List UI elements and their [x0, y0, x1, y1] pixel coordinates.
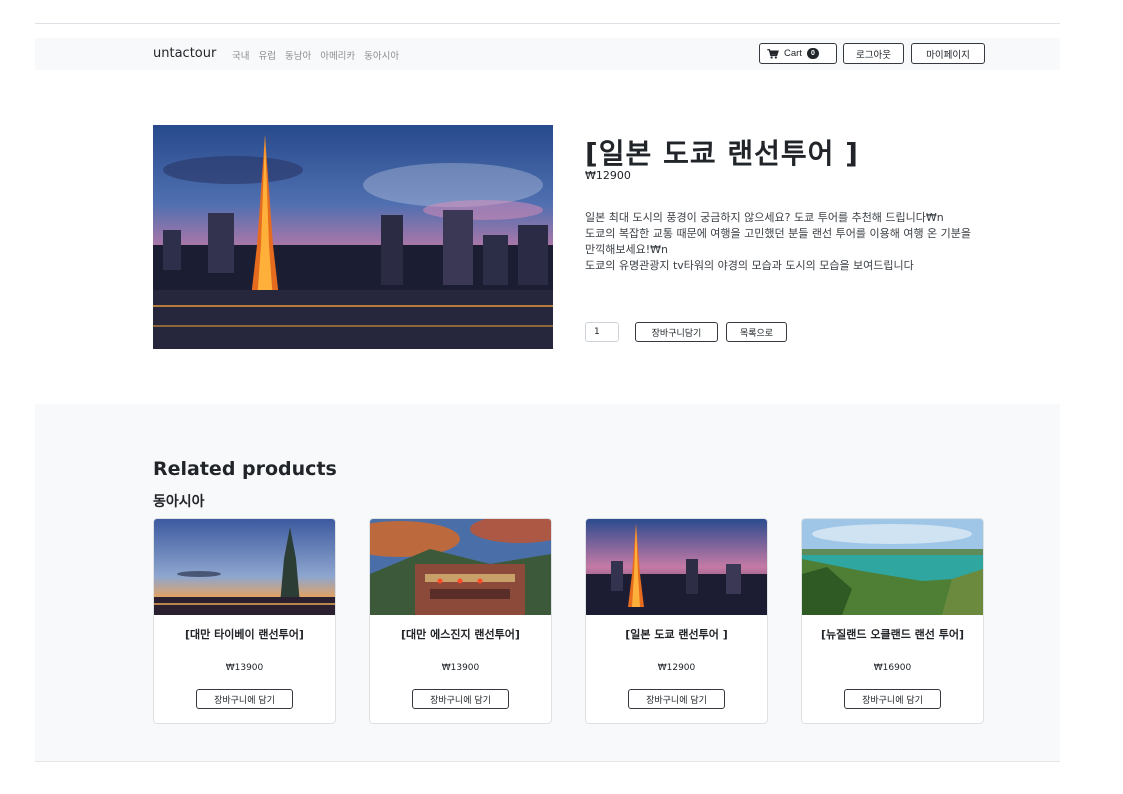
- nav-link-domestic[interactable]: 국내: [232, 48, 249, 62]
- card-add-to-cart-button[interactable]: 장바구니에 담기: [196, 689, 293, 709]
- card-price: ₩13900: [441, 663, 480, 673]
- card-price: ₩12900: [657, 663, 696, 673]
- card-title[interactable]: [대만 에스진지 랜선투어]: [378, 629, 543, 641]
- product-price: ₩12900: [585, 169, 631, 182]
- card-image-auckland: [802, 519, 983, 615]
- cart-icon: [767, 48, 779, 59]
- product-card[interactable]: [일본 도쿄 랜선투어 ] ₩12900 장바구니에 담기: [585, 518, 768, 724]
- cart-button[interactable]: Cart 0: [759, 43, 837, 64]
- nav-link-america[interactable]: 아메리카: [320, 48, 355, 62]
- nav-link-east-asia[interactable]: 동아시아: [364, 48, 399, 62]
- card-image-jiufen: [370, 519, 551, 615]
- nav-link-europe[interactable]: 유럽: [258, 48, 275, 62]
- related-category: 동아시아: [153, 494, 205, 510]
- logout-button[interactable]: 로그아웃: [843, 43, 904, 64]
- card-image-taipei: [154, 519, 335, 615]
- cart-count-badge: 0: [806, 48, 819, 59]
- card-title[interactable]: [대만 타이베이 랜선투어]: [162, 629, 327, 641]
- product-card[interactable]: [대만 에스진지 랜선투어] ₩13900 장바구니에 담기: [369, 518, 552, 724]
- back-to-list-button[interactable]: 목록으로: [726, 322, 787, 342]
- card-price: ₩13900: [225, 663, 264, 673]
- top-divider: [35, 23, 1060, 24]
- add-to-cart-button[interactable]: 장바구니담기: [635, 322, 718, 342]
- product-description: 일본 최대 도시의 풍경이 궁금하지 않으세요? 도쿄 투어를 추천해 드립니다…: [585, 210, 980, 274]
- mypage-button[interactable]: 마이페이지: [911, 43, 985, 64]
- quantity-input[interactable]: [585, 322, 619, 342]
- card-add-to-cart-button[interactable]: 장바구니에 담기: [412, 689, 509, 709]
- card-add-to-cart-button[interactable]: 장바구니에 담기: [844, 689, 941, 709]
- navbar: untactour 국내 유럽 동남아 아메리카 동아시아 Cart 0 로그아…: [35, 38, 1060, 70]
- brand-logo[interactable]: untactour: [153, 46, 216, 61]
- product-card[interactable]: [뉴질랜드 오클랜드 랜선 투어] ₩16900 장바구니에 담기: [801, 518, 984, 724]
- description-line: 도쿄의 유명관광지 tv타워의 야경의 모습과 도시의 모습을 보여드립니다: [585, 259, 914, 272]
- product-title: [일본 도쿄 랜선투어 ]: [585, 137, 859, 170]
- card-add-to-cart-button[interactable]: 장바구니에 담기: [628, 689, 725, 709]
- card-price: ₩16900: [873, 663, 912, 673]
- product-card[interactable]: [대만 타이베이 랜선투어] ₩13900 장바구니에 담기: [153, 518, 336, 724]
- nav-links: 국내 유럽 동남아 아메리카 동아시아: [232, 48, 399, 62]
- card-title[interactable]: [일본 도쿄 랜선투어 ]: [594, 629, 759, 641]
- nav-link-southeast-asia[interactable]: 동남아: [285, 48, 311, 62]
- description-line: 도쿄의 복잡한 교통 때문에 여행을 고민했던 분들 랜선 투어를 이용해 여행…: [585, 227, 972, 256]
- product-image-tokyo-tower: [153, 125, 553, 349]
- cart-label: Cart: [784, 48, 802, 59]
- card-image-tokyo: [586, 519, 767, 615]
- related-products-section: Related products 동아시아 [대만 타이베이 랜선투어] ₩13…: [35, 404, 1060, 762]
- description-line: 일본 최대 도시의 풍경이 궁금하지 않으세요? 도쿄 투어를 추천해 드립니다…: [585, 211, 944, 224]
- related-products-heading: Related products: [153, 458, 337, 480]
- card-title[interactable]: [뉴질랜드 오클랜드 랜선 투어]: [810, 629, 975, 641]
